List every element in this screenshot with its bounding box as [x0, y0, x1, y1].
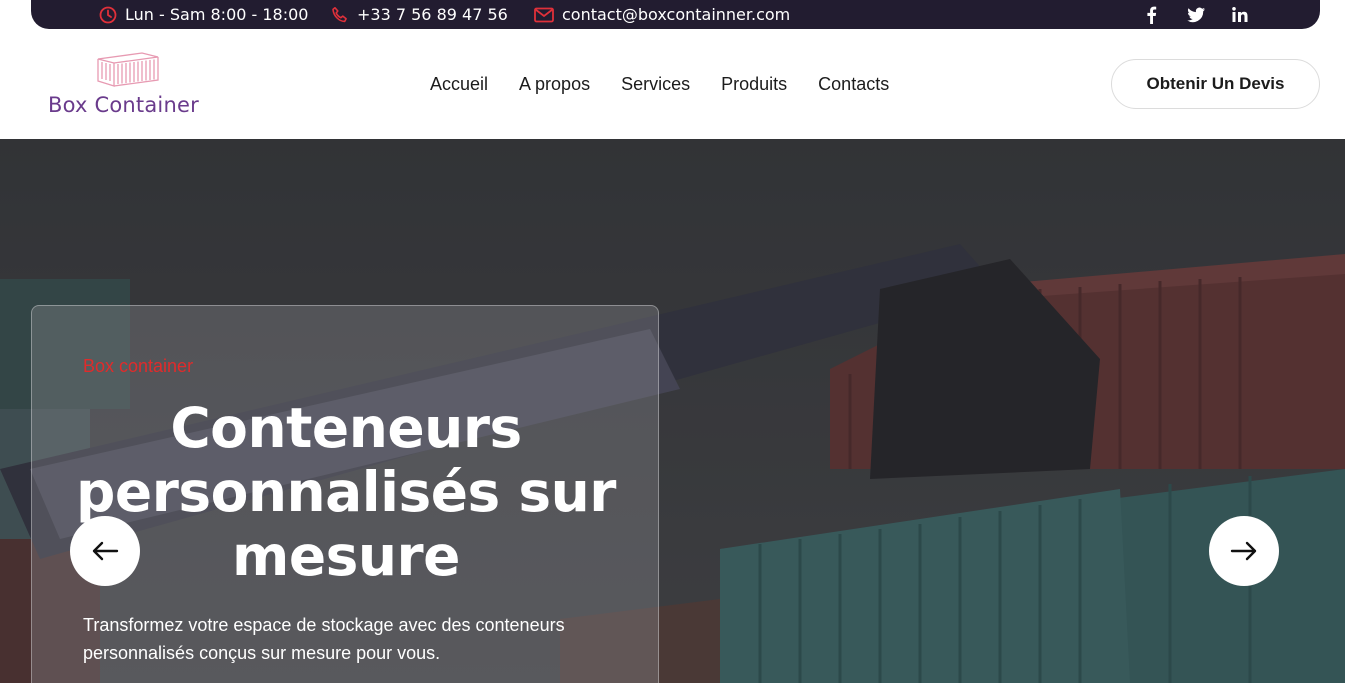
hero-description: Transformez votre espace de stockage ave… — [83, 615, 565, 663]
nav-item-a-propos[interactable]: A propos — [519, 74, 590, 95]
hours-text: Lun - Sam 8:00 - 18:00 — [125, 5, 309, 24]
site-logo[interactable]: Box Container — [48, 47, 218, 122]
brand-name: Box Container — [48, 93, 199, 117]
nav-item-contacts[interactable]: Contacts — [818, 74, 889, 95]
arrow-left-icon — [92, 541, 119, 561]
twitter-icon[interactable] — [1186, 5, 1206, 25]
container-logo-icon — [97, 52, 159, 87]
arrow-right-icon — [1230, 541, 1257, 561]
phone-contact[interactable]: +33 7 56 89 47 56 — [331, 5, 508, 24]
linkedin-icon[interactable] — [1230, 5, 1250, 25]
opening-hours: Lun - Sam 8:00 - 18:00 — [99, 5, 308, 24]
next-slide-button[interactable] — [1209, 516, 1279, 586]
get-quote-button[interactable]: Obtenir Un Devis — [1111, 59, 1320, 109]
site-header: Box Container Accueil A propos Services … — [0, 29, 1345, 139]
phone-icon — [331, 6, 349, 24]
clock-icon — [99, 6, 117, 24]
email-text[interactable]: contact@boxcontainner.com — [562, 5, 790, 24]
email-contact[interactable]: contact@boxcontainner.com — [534, 5, 790, 24]
main-navigation: Accueil A propos Services Produits Conta… — [430, 74, 889, 95]
mail-icon — [534, 7, 554, 23]
previous-slide-button[interactable] — [70, 516, 140, 586]
nav-item-services[interactable]: Services — [621, 74, 690, 95]
hero-slider: Box container Conteneurs personnalisés s… — [0, 139, 1345, 683]
nav-item-accueil[interactable]: Accueil — [430, 74, 488, 95]
phone-text[interactable]: +33 7 56 89 47 56 — [357, 5, 508, 24]
nav-item-produits[interactable]: Produits — [721, 74, 787, 95]
facebook-icon[interactable] — [1142, 5, 1162, 25]
hero-title: Conteneurs personnalisés sur mesure — [76, 396, 616, 588]
social-links — [1142, 5, 1250, 25]
hero-content-card: Box container Conteneurs personnalisés s… — [31, 305, 659, 683]
hero-eyebrow: Box container — [83, 356, 194, 376]
top-contact-bar: Lun - Sam 8:00 - 18:00 +33 7 56 89 47 56… — [31, 0, 1320, 29]
